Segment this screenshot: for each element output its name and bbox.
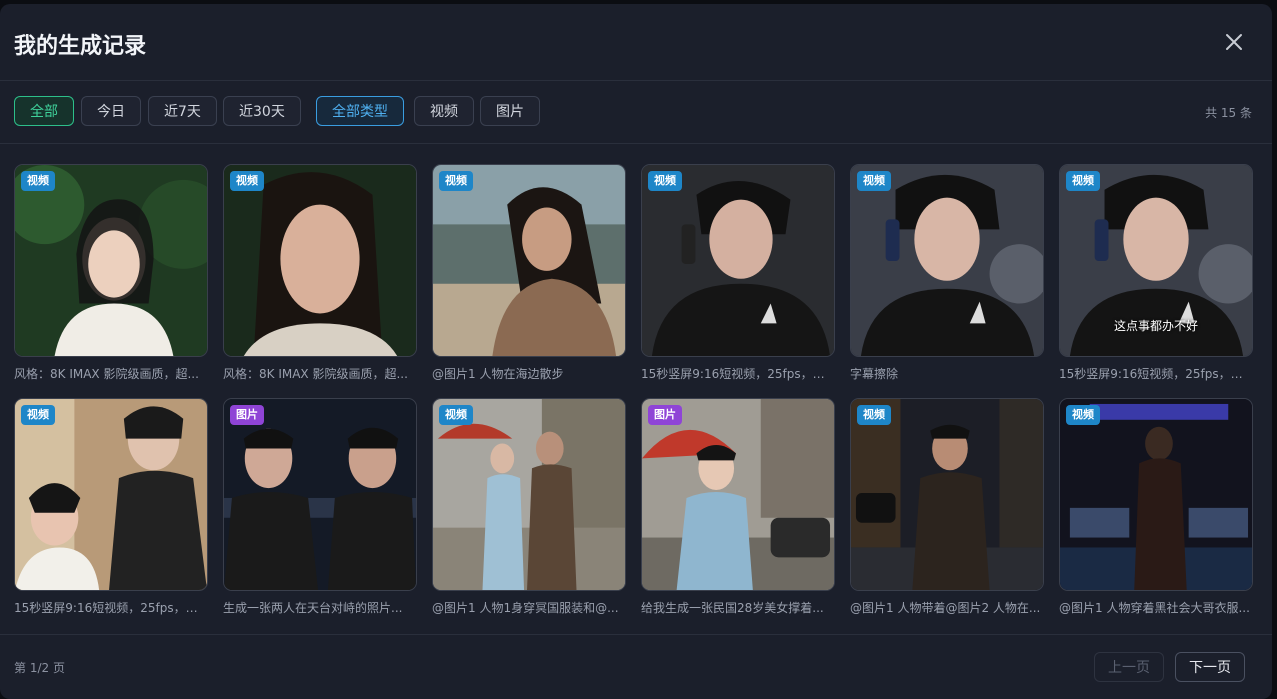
record-card[interactable]: 视频 15秒竖屏9:16短视频，25fps，画... xyxy=(14,398,208,616)
video-badge: 视频 xyxy=(648,171,682,191)
record-caption: @图片1 人物穿着黑社会大哥衣服... xyxy=(1059,601,1250,615)
image-badge: 图片 xyxy=(648,405,682,425)
record-card[interactable]: 图片 给我生成一张民国28岁美女撑着... xyxy=(641,398,835,616)
record-card[interactable]: 视频 @图片1 人物1身穿冥国服装和@... xyxy=(432,398,626,616)
record-caption: 15秒竖屏9:16短视频，25fps，画... xyxy=(641,367,835,381)
record-caption: @图片1 人物1身穿冥国服装和@... xyxy=(432,601,619,615)
record-caption: 风格：8K IMAX 影院级画质，超... xyxy=(14,367,199,381)
video-badge: 视频 xyxy=(1066,171,1100,191)
dialog-title: 我的生成记录 xyxy=(14,34,147,59)
video-badge: 视频 xyxy=(857,171,891,191)
filter-time-all[interactable]: 全部 xyxy=(14,96,74,126)
record-thumbnail: 视频 xyxy=(14,164,208,357)
record-thumbnail: 图片 xyxy=(223,398,417,591)
filter-time-today[interactable]: 今日 xyxy=(81,96,141,126)
record-caption: 给我生成一张民国28岁美女撑着... xyxy=(641,601,824,615)
record-card[interactable]: 视频 15秒竖屏9:16短视频，25fps，画... xyxy=(641,164,835,382)
record-caption: 风格：8K IMAX 影院级画质，超... xyxy=(223,367,408,381)
video-badge: 视频 xyxy=(230,171,264,191)
video-badge: 视频 xyxy=(439,405,473,425)
record-card[interactable]: 视频 @图片1 人物带着@图片2 人物在... xyxy=(850,398,1044,616)
divider xyxy=(0,143,1272,144)
video-badge: 视频 xyxy=(1066,405,1100,425)
dialog-header: 我的生成记录 xyxy=(0,4,1272,81)
prev-page-button[interactable]: 上一页 xyxy=(1094,652,1164,682)
filter-bar: 全部 今日 近7天 近30天 全部类型 视频 图片 共 15 条 xyxy=(14,96,1252,128)
record-card[interactable]: 视频 这点事都办不好 15秒竖屏9:16短视频，25fps，画... xyxy=(1059,164,1253,382)
record-card[interactable]: 视频 @图片1 人物在海边散步 xyxy=(432,164,626,382)
video-badge: 视频 xyxy=(21,405,55,425)
record-caption: 生成一张两人在天台对峙的照片... xyxy=(223,601,403,615)
filter-time-7days[interactable]: 近7天 xyxy=(148,96,217,126)
video-badge: 视频 xyxy=(857,405,891,425)
record-thumbnail: 视频 xyxy=(223,164,417,357)
record-caption: @图片1 人物带着@图片2 人物在... xyxy=(850,601,1041,615)
image-badge: 图片 xyxy=(230,405,264,425)
record-card[interactable]: 视频 @图片1 人物穿着黑社会大哥衣服... xyxy=(1059,398,1253,616)
record-thumbnail: 视频 xyxy=(641,164,835,357)
record-thumbnail: 视频 xyxy=(850,164,1044,357)
page-info: 第 1/2 页 xyxy=(14,661,65,675)
divider xyxy=(0,634,1272,635)
generation-history-dialog: 我的生成记录 全部 今日 近7天 近30天 全部类型 视频 图片 共 15 条 … xyxy=(0,4,1272,699)
record-caption: 字幕擦除 xyxy=(850,367,899,381)
record-thumbnail: 视频 xyxy=(14,398,208,591)
filter-type-all[interactable]: 全部类型 xyxy=(316,96,404,126)
record-card[interactable]: 视频 风格：8K IMAX 影院级画质，超... xyxy=(14,164,208,382)
record-caption: 15秒竖屏9:16短视频，25fps，画... xyxy=(1059,367,1253,381)
record-card[interactable]: 图片 生成一张两人在天台对峙的照片... xyxy=(223,398,417,616)
record-thumbnail: 图片 xyxy=(641,398,835,591)
video-badge: 视频 xyxy=(21,171,55,191)
filter-time-30days[interactable]: 近30天 xyxy=(223,96,301,126)
filter-type-image[interactable]: 图片 xyxy=(480,96,540,126)
record-card[interactable]: 视频 字幕擦除 xyxy=(850,164,1044,382)
record-caption: 15秒竖屏9:16短视频，25fps，画... xyxy=(14,601,208,615)
record-thumbnail: 视频 xyxy=(432,164,626,357)
filter-type-video[interactable]: 视频 xyxy=(414,96,474,126)
video-badge: 视频 xyxy=(439,171,473,191)
record-card[interactable]: 视频 风格：8K IMAX 影院级画质，超... xyxy=(223,164,417,382)
record-thumbnail: 视频 xyxy=(1059,398,1253,591)
record-caption: @图片1 人物在海边散步 xyxy=(432,367,564,381)
close-icon[interactable] xyxy=(1222,30,1246,54)
record-thumbnail: 视频 xyxy=(432,398,626,591)
video-subtitle: 这点事都办不好 xyxy=(1113,319,1198,333)
record-thumbnail: 视频 xyxy=(850,398,1044,591)
record-thumbnail: 视频 这点事都办不好 xyxy=(1059,164,1253,357)
next-page-button[interactable]: 下一页 xyxy=(1175,652,1245,682)
total-count: 共 15 条 xyxy=(1205,106,1252,120)
